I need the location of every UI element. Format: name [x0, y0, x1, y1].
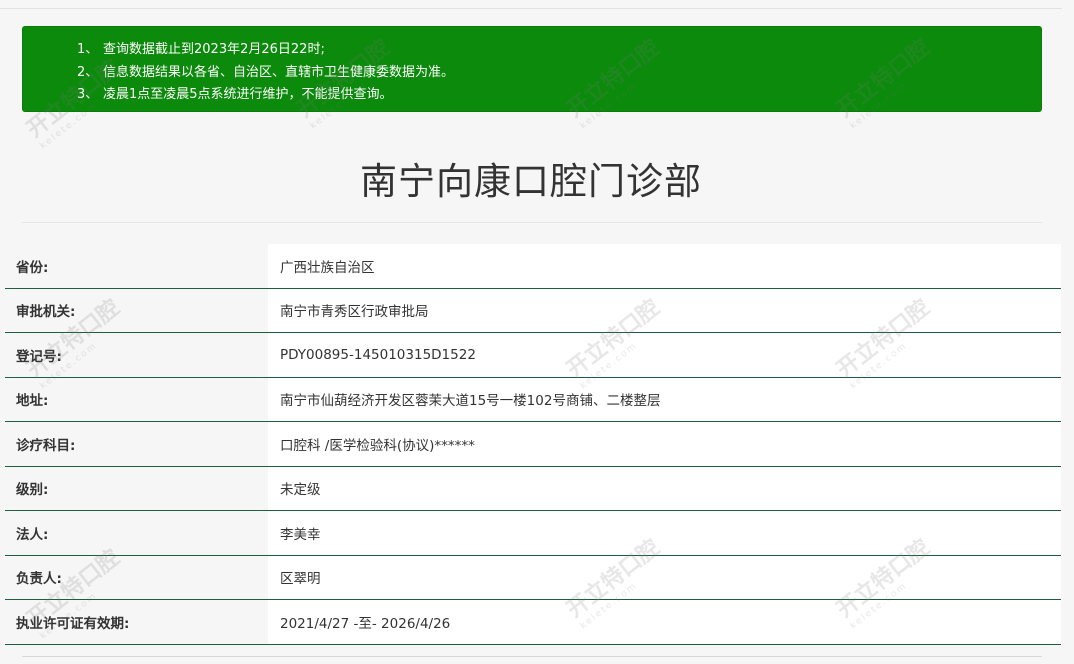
info-row-person-in-charge: 负责人: 区翠明 [5, 555, 1061, 600]
row-label: 诊疗科目: [5, 422, 268, 466]
row-value: 广西壮族自治区 [268, 244, 1061, 288]
row-label: 负责人: [5, 555, 268, 599]
row-label: 地址: [5, 377, 268, 421]
row-label: 审批机关: [5, 288, 268, 332]
info-row-legal-person: 法人: 李美幸 [5, 511, 1061, 556]
row-label: 执业许可证有效期: [5, 600, 268, 644]
row-label: 法人: [5, 511, 268, 555]
row-value: 未定级 [268, 466, 1061, 510]
info-row-level: 级别: 未定级 [5, 466, 1061, 511]
clinic-info-table: 省份: 广西壮族自治区 审批机关: 南宁市青秀区行政审批局 登记号: PDY00… [5, 244, 1061, 645]
row-value: PDY00895-145010315D1522 [268, 333, 1061, 377]
notice-item: 2、 信息数据结果以各省、自治区、直辖市卫生健康委数据为准。 [77, 64, 455, 80]
title-divider [22, 222, 1042, 223]
row-value: 区翠明 [268, 555, 1061, 599]
bottom-divider [22, 656, 1042, 657]
row-value: 口腔科 /医学检验科(协议)****** [268, 422, 1061, 466]
info-row-license-validity: 执业许可证有效期: 2021/4/27 -至- 2026/4/26 [5, 600, 1061, 645]
row-label: 登记号: [5, 333, 268, 377]
info-row-approval-authority: 审批机关: 南宁市青秀区行政审批局 [5, 288, 1061, 333]
row-label: 级别: [5, 466, 268, 510]
page-title: 南宁向康口腔门诊部 [360, 160, 702, 203]
info-row-province: 省份: 广西壮族自治区 [5, 244, 1061, 289]
row-value: 南宁市仙葫经济开发区蓉茉大道15号一楼102号商铺、二楼整层 [268, 377, 1061, 421]
row-value: 南宁市青秀区行政审批局 [268, 288, 1061, 332]
notice-item: 1、 查询数据截止到2023年2月26日22时; [77, 42, 325, 57]
top-divider [0, 8, 1062, 9]
notice-banner: 1、 查询数据截止到2023年2月26日22时; 2、 信息数据结果以各省、自治区、… [22, 26, 1042, 112]
info-row-departments: 诊疗科目: 口腔科 /医学检验科(协议)****** [5, 422, 1061, 467]
info-row-registration-number: 登记号: PDY00895-145010315D1522 [5, 333, 1061, 378]
row-label: 省份: [5, 244, 268, 288]
notice-item: 3、 凌晨1点至凌晨5点系统进行维护，不能提供查询。 [77, 87, 393, 102]
row-value: 李美幸 [268, 511, 1061, 555]
row-value: 2021/4/27 -至- 2026/4/26 [268, 600, 1061, 644]
info-row-address: 地址: 南宁市仙葫经济开发区蓉茉大道15号一楼102号商铺、二楼整层 [5, 377, 1061, 422]
